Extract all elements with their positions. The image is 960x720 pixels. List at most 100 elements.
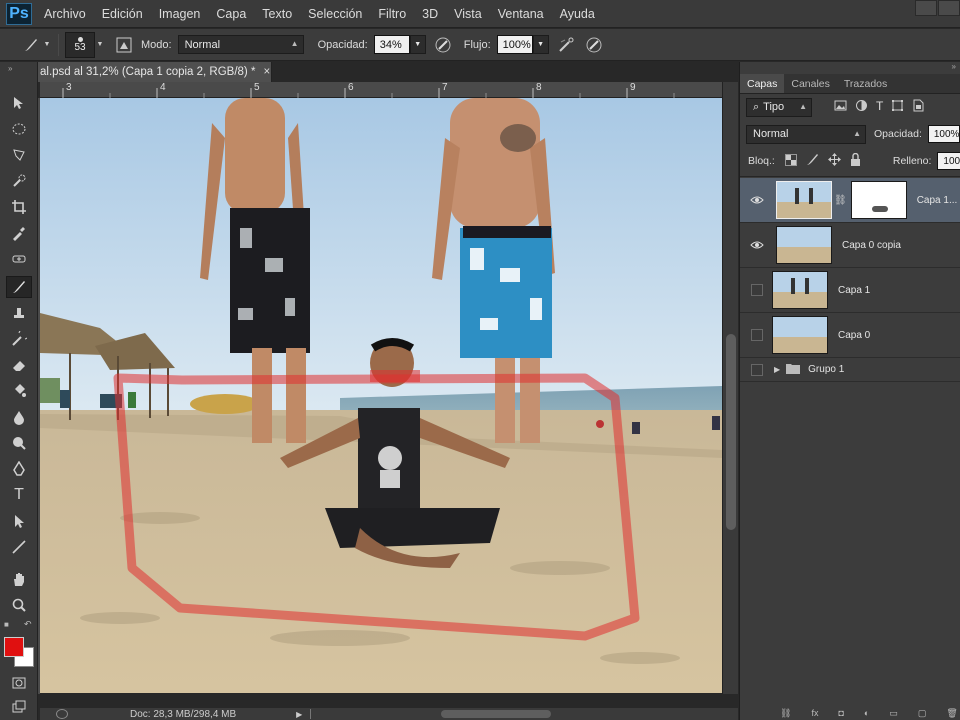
menu-vista[interactable]: Vista bbox=[454, 7, 482, 21]
layer-opacity-input[interactable]: 100% bbox=[927, 125, 960, 143]
vertical-scrollbar[interactable] bbox=[722, 82, 738, 694]
path-select-icon[interactable] bbox=[6, 510, 32, 532]
layer-name[interactable]: Capa 1 bbox=[838, 285, 870, 296]
line-icon[interactable] bbox=[6, 536, 32, 558]
visibility-toggle[interactable] bbox=[751, 284, 763, 296]
pen-icon[interactable] bbox=[6, 458, 32, 480]
heal-icon[interactable] bbox=[6, 248, 32, 270]
type-icon[interactable]: T bbox=[6, 484, 32, 506]
maximize-button[interactable] bbox=[938, 0, 960, 16]
fill-input[interactable]: 100% bbox=[937, 152, 960, 170]
fx-icon[interactable]: fx bbox=[811, 708, 818, 720]
new-layer-icon[interactable]: ▢ bbox=[918, 708, 927, 720]
lock-pixels-icon[interactable] bbox=[806, 153, 819, 169]
layer-row[interactable]: Capa 1 bbox=[740, 268, 960, 313]
new-group-icon[interactable]: ▭ bbox=[889, 708, 898, 720]
add-mask-icon[interactable]: ◘ bbox=[838, 708, 843, 720]
trash-icon[interactable]: 🗑 bbox=[946, 708, 957, 720]
eyedropper-icon[interactable] bbox=[6, 222, 32, 244]
document-tab[interactable]: al.psd al 31,2% (Capa 1 copia 2, RGB/8) … bbox=[38, 62, 272, 82]
scrollbar-thumb[interactable] bbox=[726, 334, 736, 530]
layer-name[interactable]: Capa 1... bbox=[917, 195, 958, 206]
group-row[interactable]: ▶ Grupo 1 bbox=[740, 358, 960, 382]
pressure-size-icon[interactable] bbox=[583, 34, 605, 56]
tab-canales[interactable]: Canales bbox=[784, 74, 837, 93]
quick-select-icon[interactable] bbox=[6, 170, 32, 192]
history-brush-icon[interactable] bbox=[6, 328, 32, 350]
opacity-input[interactable]: 34% bbox=[373, 35, 410, 54]
bucket-icon[interactable] bbox=[6, 380, 32, 402]
brush-icon[interactable] bbox=[6, 276, 32, 298]
menu-edicion[interactable]: Edición bbox=[102, 7, 143, 21]
filter-pixel-icon[interactable] bbox=[834, 99, 847, 115]
dodge-icon[interactable] bbox=[6, 432, 32, 454]
group-name[interactable]: Grupo 1 bbox=[808, 364, 844, 375]
menu-filtro[interactable]: Filtro bbox=[378, 7, 406, 21]
blend-mode-dropdown[interactable]: Normal ▲ bbox=[746, 124, 866, 144]
document-canvas[interactable] bbox=[40, 98, 722, 693]
layer-row[interactable]: ⛓ Capa 1... bbox=[740, 178, 960, 223]
chevron-down-icon[interactable]: ▼ bbox=[42, 34, 52, 56]
menu-capa[interactable]: Capa bbox=[216, 7, 246, 21]
eye-icon[interactable] bbox=[748, 236, 766, 254]
lasso-icon[interactable] bbox=[6, 144, 32, 166]
menu-ayuda[interactable]: Ayuda bbox=[560, 7, 595, 21]
filter-shape-icon[interactable] bbox=[891, 99, 904, 115]
filter-adjustment-icon[interactable] bbox=[855, 99, 868, 115]
minimize-button[interactable] bbox=[915, 0, 937, 16]
layer-row[interactable]: Capa 0 copia bbox=[740, 223, 960, 268]
layer-row[interactable]: Capa 0 bbox=[740, 313, 960, 358]
chevron-down-icon[interactable]: ▼ bbox=[95, 34, 105, 56]
eye-icon[interactable] bbox=[748, 191, 766, 209]
lock-all-icon[interactable] bbox=[850, 152, 861, 169]
brush-size-preview[interactable]: 53 bbox=[65, 31, 95, 58]
brush-preset-icon[interactable] bbox=[20, 34, 42, 56]
switch-colors-icon[interactable]: ↶ bbox=[24, 619, 32, 630]
screen-mode-icon[interactable] bbox=[6, 696, 32, 718]
airbrush-icon[interactable] bbox=[555, 34, 577, 56]
menu-texto[interactable]: Texto bbox=[262, 7, 292, 21]
menu-ventana[interactable]: Ventana bbox=[498, 7, 544, 21]
menu-3d[interactable]: 3D bbox=[422, 7, 438, 21]
crop-icon[interactable] bbox=[6, 196, 32, 218]
foreground-color-swatch[interactable] bbox=[4, 637, 24, 657]
brush-panel-icon[interactable] bbox=[113, 34, 135, 56]
flow-input[interactable]: 100% bbox=[496, 35, 533, 54]
filter-smart-object-icon[interactable] bbox=[912, 99, 925, 115]
play-icon[interactable]: ▶ bbox=[296, 710, 302, 719]
move-icon[interactable] bbox=[6, 92, 32, 114]
collapse-arrows-icon[interactable]: » bbox=[8, 64, 12, 73]
adjustment-layer-icon[interactable]: ◐ bbox=[864, 708, 869, 720]
visibility-toggle[interactable] bbox=[751, 363, 763, 376]
layer-name[interactable]: Capa 0 copia bbox=[842, 240, 901, 251]
pressure-opacity-icon[interactable] bbox=[432, 34, 454, 56]
mode-dropdown[interactable]: Normal ▲ bbox=[177, 35, 304, 54]
link-layers-icon[interactable]: ⛓ bbox=[780, 708, 791, 720]
hand-icon[interactable] bbox=[6, 568, 32, 590]
close-icon[interactable]: × bbox=[263, 66, 270, 78]
collapse-arrows-icon[interactable]: » bbox=[952, 62, 956, 71]
zoom-icon[interactable] bbox=[6, 594, 32, 616]
opacity-dropdown[interactable]: ▼ bbox=[409, 35, 426, 54]
flow-dropdown[interactable]: ▼ bbox=[532, 35, 549, 54]
expand-arrow-icon[interactable]: ▶ bbox=[774, 365, 780, 374]
blur-icon[interactable] bbox=[6, 406, 32, 428]
menu-imagen[interactable]: Imagen bbox=[159, 7, 201, 21]
menu-seleccion[interactable]: Selección bbox=[308, 7, 362, 21]
layer-mask-thumbnail[interactable] bbox=[850, 181, 907, 219]
stamp-icon[interactable] bbox=[6, 302, 32, 324]
link-icon[interactable]: ⛓ bbox=[834, 195, 847, 206]
swap-colors-icon[interactable]: ■ bbox=[4, 620, 9, 629]
tab-capas[interactable]: Capas bbox=[740, 74, 785, 93]
tab-trazados[interactable]: Trazados bbox=[837, 74, 894, 93]
horizontal-scrollbar-thumb[interactable] bbox=[441, 710, 552, 718]
menu-archivo[interactable]: Archivo bbox=[44, 7, 86, 21]
layer-name[interactable]: Capa 0 bbox=[838, 330, 870, 341]
lock-position-icon[interactable] bbox=[827, 153, 841, 169]
lock-transparent-icon[interactable] bbox=[784, 153, 797, 169]
filter-type-icon[interactable]: T bbox=[876, 99, 883, 115]
eraser-icon[interactable] bbox=[6, 354, 32, 376]
visibility-toggle[interactable] bbox=[751, 329, 763, 341]
quick-mask-icon[interactable] bbox=[6, 672, 32, 694]
layer-filter-dropdown[interactable]: ⌕ Tipo ▲ bbox=[746, 97, 812, 117]
